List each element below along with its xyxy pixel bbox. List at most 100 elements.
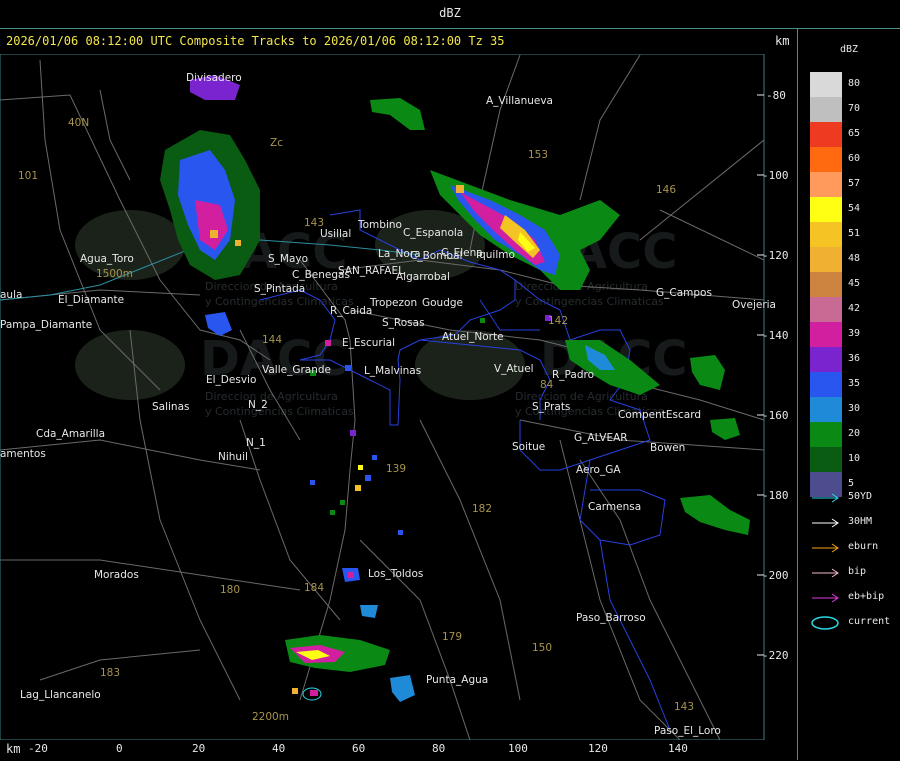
x-tick-label: 0 — [116, 742, 123, 755]
x-tick-label: -20 — [28, 742, 48, 755]
route-label: 184 — [304, 582, 324, 594]
route-label: 101 — [18, 170, 38, 182]
place-label: SAN_RAFAEL — [338, 265, 404, 277]
legend-item: 50YD — [810, 490, 900, 506]
y-tick-label: -140 — [762, 329, 789, 342]
route-label: 139 — [386, 463, 406, 475]
legend-label: current — [848, 616, 891, 627]
x-tick-label: 80 — [432, 742, 446, 755]
legend-label: eburn — [848, 541, 879, 552]
place-label: Goudge — [422, 297, 463, 309]
scale-label: 42 — [848, 303, 861, 314]
place-label: G_ALVEAR — [574, 432, 628, 444]
y-tick-label: -220 — [762, 649, 789, 662]
scale-swatch — [810, 272, 842, 297]
scale-swatch — [810, 447, 842, 472]
legend-item: 30HM — [810, 515, 900, 531]
scale-label: 60 — [848, 153, 861, 164]
place-label: El_Desvio — [206, 374, 256, 386]
place-label: Aero_GA — [576, 464, 621, 476]
x-tick-label: 40 — [272, 742, 286, 755]
place-label: Iquilmo — [476, 249, 515, 261]
scale-swatch — [810, 297, 842, 322]
place-label: Carmensa — [588, 501, 641, 513]
route-label: 144 — [262, 334, 282, 346]
place-label: Paso_El_Loro — [654, 725, 721, 737]
track-arrow-icon — [812, 518, 839, 528]
scale-label: 48 — [848, 253, 861, 264]
y-tick-label: -80 — [766, 89, 786, 102]
place-label: Tombino — [357, 219, 402, 231]
place-label: Paso_Barroso — [576, 612, 646, 624]
y-tick-label: -180 — [762, 489, 789, 502]
scale-swatch — [810, 147, 842, 172]
track-arrow-icon — [812, 493, 839, 503]
x-tick-label: 140 — [668, 742, 688, 755]
x-tick-label: 20 — [192, 742, 206, 755]
route-label: 2200m — [252, 711, 289, 723]
track-arrow-icon — [812, 568, 839, 578]
scale-label: 20 — [848, 428, 861, 439]
legend-item: eb+bip — [810, 590, 900, 606]
place-label: L_Malvinas — [364, 365, 421, 377]
place-label: Punta_Agua — [426, 674, 488, 686]
scale-label: 54 — [848, 203, 861, 214]
scale-swatch — [810, 97, 842, 122]
track-arrow-icon — [812, 543, 839, 553]
color-scale-panel: dBZ 80 70 65 60 57 54 51 48 45 42 39 36 35 30 20 10 5 50… — [797, 28, 900, 760]
timestamp-header: 2026/01/06 08:12:00 UTC Composite Tracks… — [6, 34, 505, 48]
route-label: 84 — [540, 379, 554, 391]
y-tick-label: -100 — [762, 169, 789, 182]
route-label: 150 — [532, 642, 552, 654]
place-label: N_1 — [246, 437, 266, 449]
place-label: Atuel_Norte — [442, 331, 504, 343]
scale-label: 30 — [848, 403, 861, 414]
scale-label: 80 — [848, 78, 861, 89]
place-label: Lag_Llancanelo — [20, 689, 101, 701]
radar-map[interactable]: DACC DACC DACC DACC Direccion de Agricul… — [0, 54, 797, 740]
scale-title: dBZ — [839, 44, 859, 55]
window-title: dBZ — [439, 6, 461, 20]
place-label: Valle_Grande — [262, 364, 331, 376]
route-label: 179 — [442, 631, 462, 643]
scale-swatch — [810, 197, 842, 222]
scale-label: 35 — [848, 378, 861, 389]
legend-item: eburn — [810, 540, 900, 556]
place-label: Los_Toldos — [368, 568, 423, 580]
place-label: Cda_Amarilla — [36, 428, 105, 440]
scale-swatch — [810, 347, 842, 372]
route-label: 146 — [656, 184, 676, 196]
x-tick-label: 100 — [508, 742, 528, 755]
legend-item: bip — [810, 565, 900, 581]
place-label: V_Atuel — [494, 363, 534, 375]
scale-label: 39 — [848, 328, 861, 339]
place-label: S_Mayo — [268, 253, 308, 265]
watermark-line2-b: y Contingencias Climaticas — [515, 295, 664, 308]
track-arrow-icon — [812, 593, 839, 603]
place-label: CompentEscard — [618, 409, 701, 421]
scale-label: 5 — [848, 478, 855, 489]
place-label: Nihuil — [218, 451, 248, 463]
place-label: C_Bombal — [410, 250, 462, 262]
km-unit-top: km — [775, 34, 790, 48]
place-label: S_Prats — [532, 401, 570, 413]
place-label: G_Campos — [656, 287, 712, 299]
x-tick-label: 60 — [352, 742, 366, 755]
y-tick-label: -160 — [762, 409, 789, 422]
route-label: 180 — [220, 584, 240, 596]
place-label: Salinas — [152, 401, 190, 413]
place-label: Tropezon — [369, 297, 417, 309]
place-label: S_Pintada — [254, 283, 305, 295]
place-label: A_Villanueva — [486, 95, 553, 107]
scale-swatch — [810, 422, 842, 447]
title-bar: dBZ — [0, 0, 900, 29]
place-label: Ovejeria — [732, 299, 776, 311]
scale-label: 45 — [848, 278, 861, 289]
route-label: 40N — [68, 117, 89, 129]
scale-label: 65 — [848, 128, 861, 139]
place-label: amentos — [0, 448, 46, 460]
y-tick-label: -120 — [762, 249, 789, 262]
place-label: S_Rosas — [382, 317, 425, 329]
x-tick-label: 120 — [588, 742, 608, 755]
place-label: Bowen — [650, 442, 685, 454]
